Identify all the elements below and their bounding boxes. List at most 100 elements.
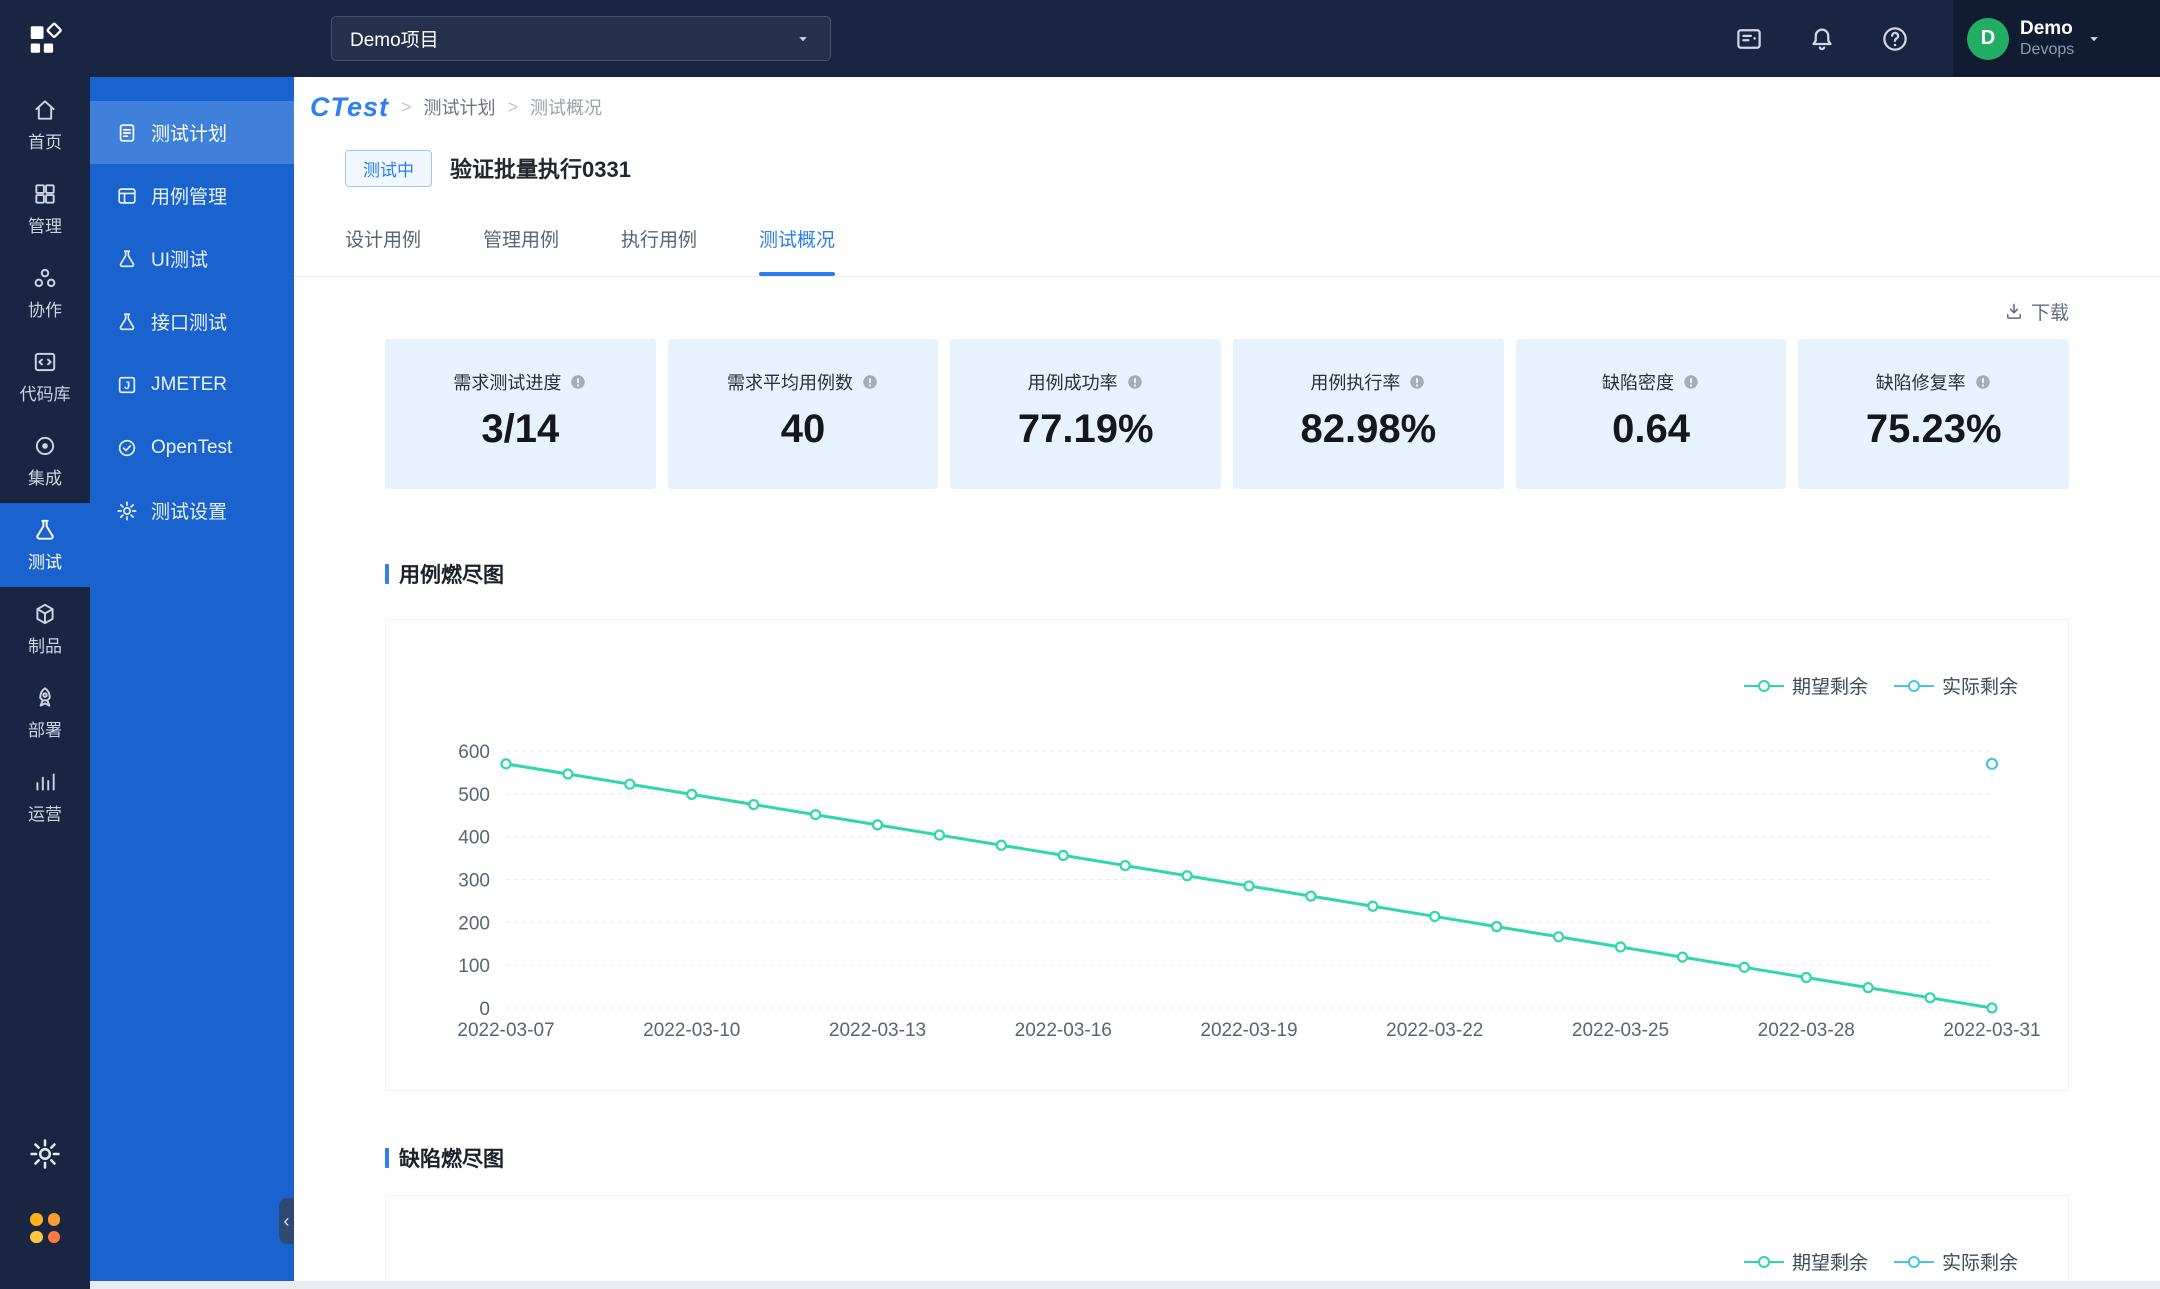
info-icon[interactable] xyxy=(861,373,879,391)
stat-label: 缺陷密度 xyxy=(1602,373,1675,393)
submenu-nav: 测试计划用例管理 UI测试接口测试 J JMETER OpenTest 测试设置 ‹ xyxy=(90,77,294,1281)
jmeter-icon: J xyxy=(116,374,138,396)
apps-icon[interactable] xyxy=(30,1213,60,1243)
submenu-item-label: JMETER xyxy=(151,373,227,395)
code-icon xyxy=(32,349,58,375)
rail-item-home[interactable]: 首页 xyxy=(0,83,90,167)
legend-item[interactable]: 期望剩余 xyxy=(1743,672,1868,699)
stat-value: 82.98% xyxy=(1300,407,1437,451)
project-selector[interactable]: Demo项目 xyxy=(331,16,831,61)
legend-marker-icon xyxy=(1893,1255,1934,1268)
stat-value: 77.19% xyxy=(1017,407,1154,451)
cube-icon xyxy=(32,601,58,627)
status-badge: 测试中 xyxy=(345,149,432,187)
download-label: 下载 xyxy=(2030,302,2069,324)
integration-icon xyxy=(32,433,58,459)
submenu-item-opentest[interactable]: OpenTest xyxy=(90,416,294,479)
submenu-item-label: 接口测试 xyxy=(151,313,228,334)
legend-marker-icon xyxy=(1743,1255,1784,1268)
rail-item-collab[interactable]: 协作 xyxy=(0,251,90,335)
user-menu[interactable]: D Demo Devops xyxy=(1953,0,2160,77)
rocket-icon xyxy=(32,685,58,711)
rail-item-test[interactable]: 测试 xyxy=(0,503,90,587)
stat-card-2: 用例成功率 77.19% xyxy=(950,339,1222,489)
rail-item-deploy[interactable]: 部署 xyxy=(0,671,90,755)
svg-text:2022-03-28: 2022-03-28 xyxy=(1758,1020,1855,1041)
help-icon[interactable] xyxy=(1880,24,1910,54)
rail-item-label: 代码库 xyxy=(19,385,71,404)
download-button[interactable]: 下载 xyxy=(385,291,2069,331)
submenu-items: 测试计划用例管理 UI测试接口测试 J JMETER OpenTest 测试设置 xyxy=(90,101,294,542)
case-burndown-chart: 0 100 200 300 400 500 600 2022-03-07 2022-03-10 2… xyxy=(385,619,2069,1091)
rail-item-label: 首页 xyxy=(28,133,62,152)
stat-label-row: 用例成功率 xyxy=(1028,369,1144,395)
info-icon[interactable] xyxy=(1408,373,1426,391)
topbar: Demo项目 D Demo Devops xyxy=(0,0,2160,77)
user-info: Demo Devops xyxy=(2020,18,2074,60)
flask-icon xyxy=(32,517,58,543)
legend-marker-icon xyxy=(1743,679,1784,692)
legend-item[interactable]: 期望剩余 xyxy=(1743,1248,1868,1275)
doc-icon xyxy=(116,122,138,144)
stat-label-row: 用例执行率 xyxy=(1310,369,1426,395)
svg-text:2022-03-19: 2022-03-19 xyxy=(1200,1020,1297,1041)
breadcrumb-item[interactable]: 测试概况 xyxy=(530,94,602,120)
rail-item-integration[interactable]: 集成 xyxy=(0,419,90,503)
svg-text:500: 500 xyxy=(458,785,490,806)
stat-label-row: 需求测试进度 xyxy=(453,369,587,395)
legend-label: 实际剩余 xyxy=(1941,677,2018,698)
breadcrumb: CTest > 测试计划 > 测试概况 xyxy=(294,77,2160,137)
section-title-text: 用例燃尽图 xyxy=(399,564,504,587)
stat-cards: 需求测试进度 3/14 需求平均用例数 40 用例成功率 77.19% 用例执行率 82.98… xyxy=(385,339,2070,489)
stat-label-row: 需求平均用例数 xyxy=(727,369,879,395)
ctest-logo[interactable]: CTest xyxy=(310,92,389,123)
rail-item-artifact[interactable]: 制品 xyxy=(0,587,90,671)
stat-label: 需求测试进度 xyxy=(453,373,562,393)
tab-0[interactable]: 设计用例 xyxy=(345,225,421,276)
submenu-item-api-test[interactable]: 接口测试 xyxy=(90,290,294,353)
rail-nav: 首页管理 协作代码库集成测试制品 部署 运营 xyxy=(0,77,90,1289)
submenu-item-case-manage[interactable]: 用例管理 xyxy=(90,164,294,227)
info-icon[interactable] xyxy=(1682,373,1700,391)
breadcrumb-item[interactable]: 测试计划 xyxy=(424,94,496,120)
user-org: Devops xyxy=(2020,41,2075,59)
rail-item-label: 测试 xyxy=(28,553,62,572)
info-icon[interactable] xyxy=(1974,373,1992,391)
breadcrumb-items: > 测试计划 > 测试概况 xyxy=(401,94,602,120)
submenu-item-test-plan[interactable]: 测试计划 xyxy=(90,101,294,164)
legend-item[interactable]: 实际剩余 xyxy=(1893,1248,2018,1275)
project-selector-value: Demo项目 xyxy=(350,30,439,51)
horizontal-scrollbar[interactable] xyxy=(90,1281,2160,1289)
stat-card-4: 缺陷密度 0.64 xyxy=(1515,339,1787,489)
submenu-item-ui-test[interactable]: UI测试 xyxy=(90,227,294,290)
stat-label: 需求平均用例数 xyxy=(727,373,853,393)
info-icon[interactable] xyxy=(1126,373,1144,391)
board-icon[interactable] xyxy=(1734,24,1764,54)
tab-3[interactable]: 测试概况 xyxy=(759,225,836,276)
rail-item-ops[interactable]: 运营 xyxy=(0,755,90,839)
svg-text:2022-03-25: 2022-03-25 xyxy=(1572,1020,1669,1041)
stat-value: 0.64 xyxy=(1612,407,1690,451)
tab-1[interactable]: 管理用例 xyxy=(483,225,559,276)
submenu-item-jmeter[interactable]: J JMETER xyxy=(90,353,294,416)
stat-label: 用例成功率 xyxy=(1027,373,1118,393)
app-logo[interactable] xyxy=(0,21,90,57)
sidebar-collapse-button[interactable]: ‹ xyxy=(279,1198,294,1244)
legend-label: 期望剩余 xyxy=(1791,677,1868,698)
tab-2[interactable]: 执行用例 xyxy=(621,225,697,276)
rail-item-repo[interactable]: 代码库 xyxy=(0,335,90,419)
legend-item[interactable]: 实际剩余 xyxy=(1893,672,2018,699)
plan-header: 测试中 验证批量执行0331 xyxy=(294,137,2160,199)
rail-item-manage[interactable]: 管理 xyxy=(0,167,90,251)
svg-text:2022-03-22: 2022-03-22 xyxy=(1386,1020,1483,1041)
info-icon[interactable] xyxy=(569,373,587,391)
submenu-item-label: 测试计划 xyxy=(151,124,228,145)
stat-card-0: 需求测试进度 3/14 xyxy=(385,339,656,489)
submenu-item-test-settings[interactable]: 测试设置 xyxy=(90,479,294,542)
settings-gear-icon[interactable] xyxy=(28,1137,62,1171)
avatar: D xyxy=(1967,17,2009,60)
svg-text:200: 200 xyxy=(458,913,490,934)
stat-value: 40 xyxy=(780,407,826,451)
stat-label-row: 缺陷密度 xyxy=(1602,369,1700,395)
bell-icon[interactable] xyxy=(1807,24,1837,54)
